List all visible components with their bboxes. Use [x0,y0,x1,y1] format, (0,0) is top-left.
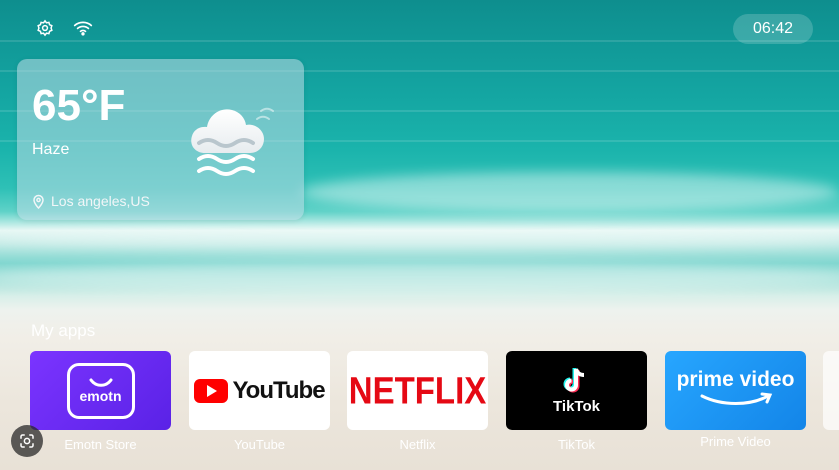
app-tile-tiktok[interactable]: TikTok [506,351,647,430]
emotn-logo-text: emotn [79,387,122,404]
wifi-icon [73,21,93,36]
weather-condition: Haze [32,141,70,158]
clock: 06:42 [733,14,813,44]
prime-video-logo-text: prime video [676,367,795,391]
app-label-tiktok: TikTok [557,437,596,452]
app-tile-netflix[interactable]: NETFLIX [347,351,488,430]
weather-location: Los angeles,US [32,193,150,209]
weather-widget[interactable]: 65°F Haze Los angeles,US [17,59,304,220]
app-tile-partial[interactable] [823,351,839,430]
youtube-logo-text: YouTube [232,376,325,404]
tiktok-note-icon [563,368,584,393]
prime-smile-icon [700,392,772,405]
app-label-prime-video: Prime Video [700,434,771,449]
my-apps-title: My apps [31,321,96,340]
tiktok-logo-text: TikTok [553,398,600,415]
weather-temperature: 65°F [32,81,126,130]
haze-cloud-icon [191,107,274,176]
settings-button[interactable] [31,14,59,42]
location-text: Los angeles,US [51,193,150,209]
netflix-logo-text: NETFLIX [348,368,487,412]
app-label-youtube: YouTube [233,437,286,452]
emotn-logo: emotn [66,362,135,419]
app-tile-youtube[interactable]: YouTube [189,351,330,430]
app-tile-emotn-store[interactable]: emotn [30,351,171,430]
youtube-play-icon [194,378,229,403]
wifi-button[interactable] [69,14,97,42]
clock-time: 06:42 [752,20,794,37]
gear-icon [37,19,53,37]
app-tile-prime-video[interactable]: prime video [665,351,806,430]
location-pin-icon [33,194,44,209]
app-label-emotn-store: Emotn Store [64,437,137,452]
app-label-netflix: Netflix [399,437,436,452]
lens-camera-icon [20,434,34,448]
youtube-logo: YouTube [194,376,326,405]
smile-icon [89,378,112,387]
lens-button[interactable] [11,425,43,457]
